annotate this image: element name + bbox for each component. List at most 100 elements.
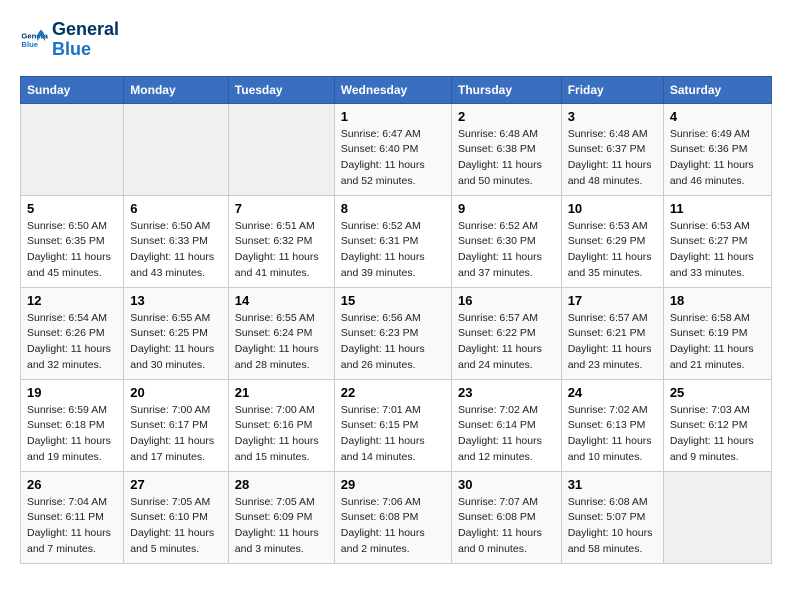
- sunset-label: Sunset: 6:13 PM: [568, 419, 646, 431]
- cell-1-4: 9 Sunrise: 6:52 AM Sunset: 6:30 PM Dayli…: [451, 195, 561, 287]
- sunset-label: Sunset: 6:25 PM: [130, 327, 208, 339]
- sunset-label: Sunset: 6:09 PM: [235, 511, 313, 523]
- cell-0-1: [124, 103, 229, 195]
- header-saturday: Saturday: [663, 76, 771, 103]
- day-number: 10: [568, 201, 657, 216]
- cell-4-1: 27 Sunrise: 7:05 AM Sunset: 6:10 PM Dayl…: [124, 471, 229, 563]
- logo: General Blue General Blue: [20, 20, 119, 60]
- day-info: Sunrise: 7:01 AM Sunset: 6:15 PM Dayligh…: [341, 403, 445, 466]
- header-thursday: Thursday: [451, 76, 561, 103]
- cell-4-2: 28 Sunrise: 7:05 AM Sunset: 6:09 PM Dayl…: [228, 471, 334, 563]
- sunset-label: Sunset: 6:14 PM: [458, 419, 536, 431]
- daylight-label: Daylight: 11 hours and 2 minutes.: [341, 527, 425, 555]
- day-number: 20: [130, 385, 222, 400]
- sunrise-label: Sunrise: 7:00 AM: [235, 404, 315, 416]
- day-info: Sunrise: 7:06 AM Sunset: 6:08 PM Dayligh…: [341, 495, 445, 558]
- sunrise-label: Sunrise: 6:54 AM: [27, 312, 107, 324]
- day-info: Sunrise: 7:02 AM Sunset: 6:13 PM Dayligh…: [568, 403, 657, 466]
- cell-1-0: 5 Sunrise: 6:50 AM Sunset: 6:35 PM Dayli…: [21, 195, 124, 287]
- sunset-label: Sunset: 6:19 PM: [670, 327, 748, 339]
- sunrise-label: Sunrise: 6:51 AM: [235, 220, 315, 232]
- day-number: 31: [568, 477, 657, 492]
- sunrise-label: Sunrise: 6:47 AM: [341, 128, 421, 140]
- sunrise-label: Sunrise: 6:55 AM: [235, 312, 315, 324]
- daylight-label: Daylight: 11 hours and 7 minutes.: [27, 527, 111, 555]
- day-info: Sunrise: 6:54 AM Sunset: 6:26 PM Dayligh…: [27, 311, 117, 374]
- header-wednesday: Wednesday: [334, 76, 451, 103]
- daylight-label: Daylight: 11 hours and 23 minutes.: [568, 343, 652, 371]
- calendar-header: SundayMondayTuesdayWednesdayThursdayFrid…: [21, 76, 772, 103]
- day-info: Sunrise: 6:49 AM Sunset: 6:36 PM Dayligh…: [670, 127, 765, 190]
- day-info: Sunrise: 6:57 AM Sunset: 6:21 PM Dayligh…: [568, 311, 657, 374]
- daylight-label: Daylight: 10 hours and 58 minutes.: [568, 527, 653, 555]
- sunset-label: Sunset: 6:21 PM: [568, 327, 646, 339]
- cell-1-6: 11 Sunrise: 6:53 AM Sunset: 6:27 PM Dayl…: [663, 195, 771, 287]
- week-row-1: 1 Sunrise: 6:47 AM Sunset: 6:40 PM Dayli…: [21, 103, 772, 195]
- sunset-label: Sunset: 6:40 PM: [341, 143, 419, 155]
- sunrise-label: Sunrise: 6:57 AM: [458, 312, 538, 324]
- daylight-label: Daylight: 11 hours and 35 minutes.: [568, 251, 652, 279]
- logo-icon: General Blue: [20, 26, 48, 54]
- daylight-label: Daylight: 11 hours and 9 minutes.: [670, 435, 754, 463]
- day-number: 4: [670, 109, 765, 124]
- daylight-label: Daylight: 11 hours and 32 minutes.: [27, 343, 111, 371]
- daylight-label: Daylight: 11 hours and 15 minutes.: [235, 435, 319, 463]
- cell-2-2: 14 Sunrise: 6:55 AM Sunset: 6:24 PM Dayl…: [228, 287, 334, 379]
- cell-4-4: 30 Sunrise: 7:07 AM Sunset: 6:08 PM Dayl…: [451, 471, 561, 563]
- day-info: Sunrise: 6:53 AM Sunset: 6:27 PM Dayligh…: [670, 219, 765, 282]
- day-info: Sunrise: 6:51 AM Sunset: 6:32 PM Dayligh…: [235, 219, 328, 282]
- day-number: 24: [568, 385, 657, 400]
- sunrise-label: Sunrise: 6:57 AM: [568, 312, 648, 324]
- daylight-label: Daylight: 11 hours and 12 minutes.: [458, 435, 542, 463]
- day-info: Sunrise: 6:50 AM Sunset: 6:33 PM Dayligh…: [130, 219, 222, 282]
- daylight-label: Daylight: 11 hours and 24 minutes.: [458, 343, 542, 371]
- sunrise-label: Sunrise: 6:56 AM: [341, 312, 421, 324]
- day-info: Sunrise: 7:00 AM Sunset: 6:16 PM Dayligh…: [235, 403, 328, 466]
- daylight-label: Daylight: 11 hours and 17 minutes.: [130, 435, 214, 463]
- day-number: 5: [27, 201, 117, 216]
- day-number: 1: [341, 109, 445, 124]
- cell-4-6: [663, 471, 771, 563]
- cell-2-1: 13 Sunrise: 6:55 AM Sunset: 6:25 PM Dayl…: [124, 287, 229, 379]
- sunrise-label: Sunrise: 7:03 AM: [670, 404, 750, 416]
- day-number: 14: [235, 293, 328, 308]
- sunrise-label: Sunrise: 7:05 AM: [130, 496, 210, 508]
- daylight-label: Daylight: 11 hours and 37 minutes.: [458, 251, 542, 279]
- sunrise-label: Sunrise: 6:53 AM: [670, 220, 750, 232]
- daylight-label: Daylight: 11 hours and 19 minutes.: [27, 435, 111, 463]
- cell-1-5: 10 Sunrise: 6:53 AM Sunset: 6:29 PM Dayl…: [561, 195, 663, 287]
- sunrise-label: Sunrise: 6:50 AM: [27, 220, 107, 232]
- daylight-label: Daylight: 11 hours and 10 minutes.: [568, 435, 652, 463]
- sunset-label: Sunset: 6:27 PM: [670, 235, 748, 247]
- cell-2-6: 18 Sunrise: 6:58 AM Sunset: 6:19 PM Dayl…: [663, 287, 771, 379]
- calendar-body: 1 Sunrise: 6:47 AM Sunset: 6:40 PM Dayli…: [21, 103, 772, 563]
- day-info: Sunrise: 7:00 AM Sunset: 6:17 PM Dayligh…: [130, 403, 222, 466]
- day-number: 6: [130, 201, 222, 216]
- sunset-label: Sunset: 6:11 PM: [27, 511, 104, 523]
- day-info: Sunrise: 6:08 AM Sunset: 5:07 PM Dayligh…: [568, 495, 657, 558]
- day-number: 28: [235, 477, 328, 492]
- week-row-4: 19 Sunrise: 6:59 AM Sunset: 6:18 PM Dayl…: [21, 379, 772, 471]
- day-number: 15: [341, 293, 445, 308]
- sunset-label: Sunset: 6:12 PM: [670, 419, 748, 431]
- daylight-label: Daylight: 11 hours and 33 minutes.: [670, 251, 754, 279]
- cell-3-4: 23 Sunrise: 7:02 AM Sunset: 6:14 PM Dayl…: [451, 379, 561, 471]
- cell-2-5: 17 Sunrise: 6:57 AM Sunset: 6:21 PM Dayl…: [561, 287, 663, 379]
- daylight-label: Daylight: 11 hours and 30 minutes.: [130, 343, 214, 371]
- daylight-label: Daylight: 11 hours and 21 minutes.: [670, 343, 754, 371]
- daylight-label: Daylight: 11 hours and 26 minutes.: [341, 343, 425, 371]
- sunset-label: Sunset: 6:22 PM: [458, 327, 536, 339]
- day-info: Sunrise: 7:05 AM Sunset: 6:10 PM Dayligh…: [130, 495, 222, 558]
- header-monday: Monday: [124, 76, 229, 103]
- day-number: 17: [568, 293, 657, 308]
- day-info: Sunrise: 7:07 AM Sunset: 6:08 PM Dayligh…: [458, 495, 555, 558]
- sunset-label: Sunset: 6:38 PM: [458, 143, 536, 155]
- sunrise-label: Sunrise: 6:48 AM: [458, 128, 538, 140]
- cell-0-0: [21, 103, 124, 195]
- day-number: 26: [27, 477, 117, 492]
- day-number: 9: [458, 201, 555, 216]
- day-number: 8: [341, 201, 445, 216]
- daylight-label: Daylight: 11 hours and 39 minutes.: [341, 251, 425, 279]
- cell-3-0: 19 Sunrise: 6:59 AM Sunset: 6:18 PM Dayl…: [21, 379, 124, 471]
- sunrise-label: Sunrise: 6:52 AM: [341, 220, 421, 232]
